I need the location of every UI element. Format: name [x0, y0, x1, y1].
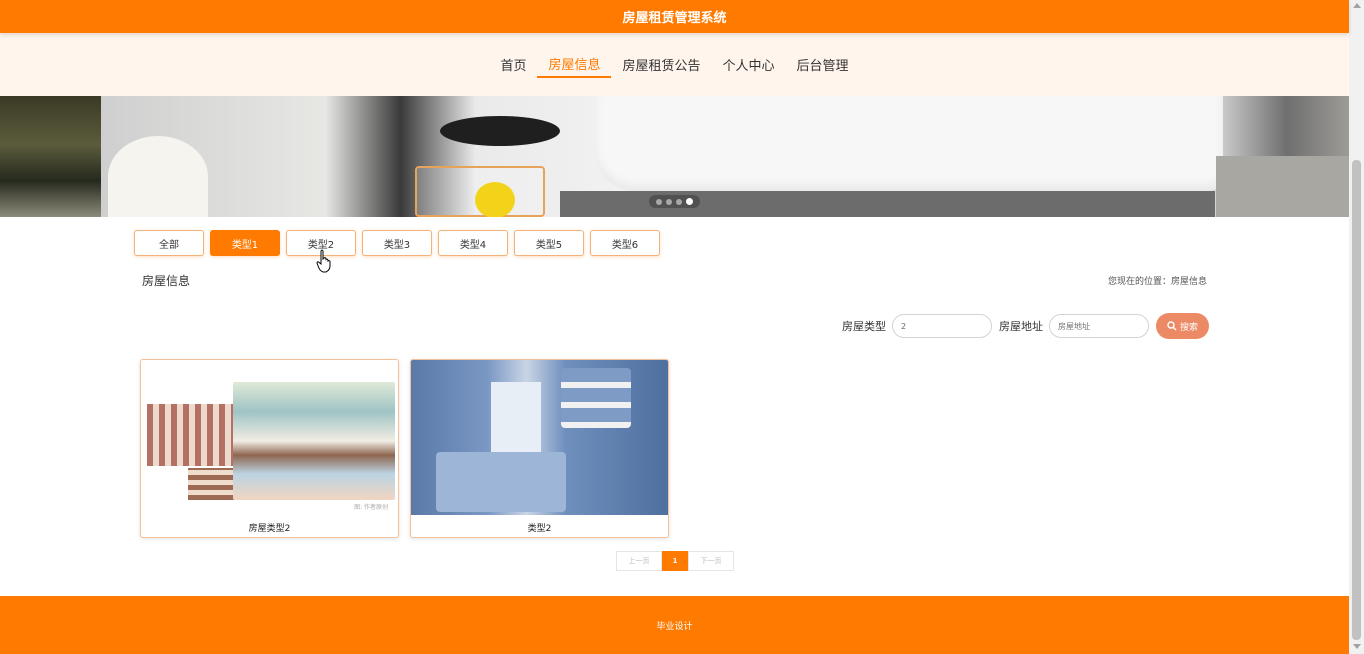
pagination: 上一页 1 下一页: [616, 551, 734, 571]
section-title: 房屋信息: [142, 274, 191, 288]
carousel-dot-active[interactable]: [686, 198, 693, 205]
floorplan-sketch-detail: [188, 468, 238, 500]
listing-image[interactable]: [411, 360, 668, 515]
filter-tab-type3[interactable]: 类型3: [362, 230, 432, 256]
bedroom-sketch: [233, 382, 395, 500]
current-page[interactable]: 1: [662, 551, 688, 571]
nav-item-rental-notice[interactable]: 房屋租赁公告: [611, 52, 711, 78]
prev-page-button[interactable]: 上一页: [616, 551, 662, 571]
nav-item-label: 房屋信息: [548, 58, 601, 73]
filter-tab-type5[interactable]: 类型5: [514, 230, 584, 256]
hand-pointer-cursor-icon: [316, 249, 331, 273]
banner-table-shape: [440, 116, 560, 146]
filter-tab-type6[interactable]: 类型6: [590, 230, 660, 256]
nav-item-label: 后台管理: [796, 59, 849, 74]
listing-caption[interactable]: 类型2: [411, 515, 668, 537]
breadcrumb: 您现在的位置：房屋信息: [1107, 277, 1207, 287]
next-page-button[interactable]: 下一页: [688, 551, 734, 571]
nav-item-personal-center[interactable]: 个人中心: [712, 52, 786, 78]
nav-item-label: 首页: [500, 59, 527, 74]
nav-item-home[interactable]: 首页: [489, 52, 537, 78]
house-type-label: 房屋类型: [842, 320, 886, 333]
page: 房屋租赁管理系统 首页 房屋信息 房屋租赁公告 个人中心 后台管理 全部 类型1…: [0, 0, 1364, 654]
footer: 毕业设计: [0, 596, 1349, 654]
filter-tab-type4[interactable]: 类型4: [438, 230, 508, 256]
house-address-label: 房屋地址: [999, 320, 1043, 333]
banner-bed-shape: [595, 96, 1223, 191]
floorplan-sketch: [147, 404, 233, 466]
scrollbar-thumb[interactable]: [1352, 160, 1361, 640]
nav-item-label: 个人中心: [722, 59, 775, 74]
search-button-label: 搜索: [1179, 321, 1198, 332]
main-nav: 首页 房屋信息 房屋租赁公告 个人中心 后台管理: [0, 33, 1349, 96]
listing-image[interactable]: 图: 作者原创: [141, 360, 398, 515]
banner-previous-slide-edge: [0, 96, 101, 217]
type-filter-tabs: 全部 类型1 类型2 类型3 类型4 类型5 类型6: [134, 230, 660, 256]
house-type-input[interactable]: [892, 314, 992, 338]
carousel-indicators: [649, 195, 700, 208]
filter-tab-type1[interactable]: 类型1: [210, 230, 280, 256]
carousel-dot[interactable]: [656, 198, 662, 205]
top-bar: 房屋租赁管理系统: [0, 0, 1349, 33]
nav-item-admin[interactable]: 后台管理: [786, 52, 860, 78]
room-window: [491, 382, 541, 462]
nav-item-label: 房屋租赁公告: [622, 59, 701, 74]
room-bed: [436, 452, 566, 512]
banner-floor: [1216, 156, 1349, 217]
scroll-up-arrow-icon[interactable]: [1353, 3, 1361, 8]
listing-card[interactable]: 图: 作者原创 房屋类型2: [140, 359, 399, 538]
banner-stool-shape: [415, 166, 545, 217]
search-button[interactable]: 搜索: [1156, 313, 1209, 339]
scrollbar[interactable]: [1349, 0, 1364, 654]
nav-item-house-info[interactable]: 房屋信息: [537, 52, 612, 78]
site-title: 房屋租赁管理系统: [622, 11, 727, 26]
search-bar: 房屋类型 房屋地址 搜索: [842, 313, 1209, 339]
listing-caption[interactable]: 房屋类型2: [141, 515, 398, 537]
footer-text: 毕业设计: [656, 621, 693, 632]
carousel-dot[interactable]: [666, 198, 672, 205]
listing-grid: 图: 作者原创 房屋类型2 类型2: [140, 359, 669, 538]
scroll-down-arrow-icon[interactable]: [1353, 644, 1361, 649]
carousel-dot[interactable]: [676, 198, 682, 205]
filter-tab-all[interactable]: 全部: [134, 230, 204, 256]
search-icon: [1167, 321, 1177, 331]
banner-lamp-shape: [108, 136, 208, 217]
house-address-input[interactable]: [1049, 314, 1149, 338]
listing-card[interactable]: 类型2: [410, 359, 669, 538]
image-watermark: 图: 作者原创: [354, 504, 388, 511]
room-shelf: [561, 368, 631, 428]
